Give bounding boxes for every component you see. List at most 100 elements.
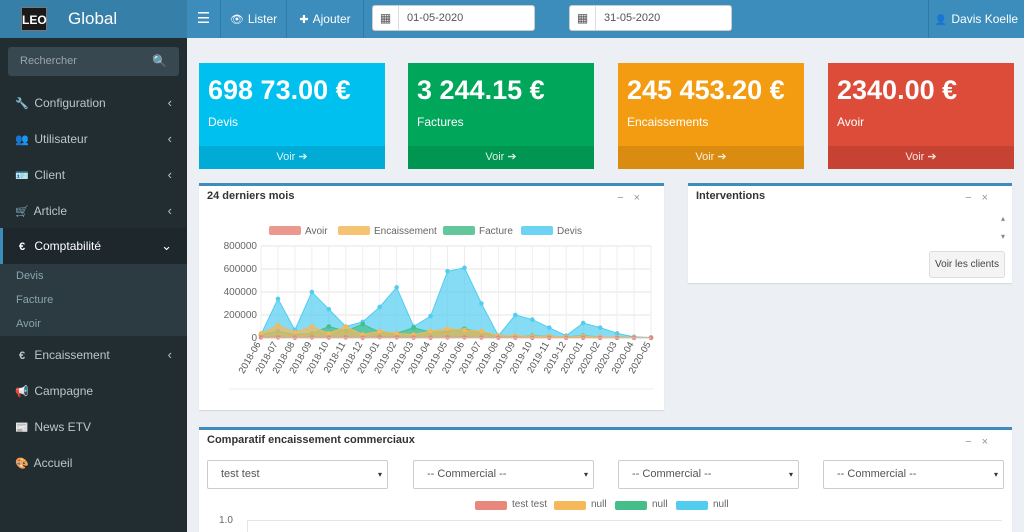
data-point bbox=[428, 328, 433, 334]
legend-swatch bbox=[443, 226, 475, 235]
data-point bbox=[377, 304, 382, 310]
sidebar-item-client[interactable]: 🪪 Client ‹ bbox=[0, 157, 187, 193]
tile-more-link[interactable]: Voir ➔ bbox=[618, 146, 804, 169]
caret-down-icon: ▾ bbox=[377, 470, 382, 479]
sidebar-item-comptabilite[interactable]: € Comptabilité ⌄ bbox=[0, 228, 187, 264]
legend-label: Avoir bbox=[305, 226, 328, 237]
search-placeholder: Rechercher bbox=[20, 55, 77, 67]
sidebar-item-label: Client bbox=[34, 168, 66, 182]
minimize-icon[interactable]: − bbox=[965, 192, 981, 204]
date-from-field[interactable]: ▦ 01-05-2020 bbox=[372, 5, 535, 31]
series-area bbox=[260, 267, 652, 339]
y-tick-label: 600000 bbox=[224, 264, 258, 275]
data-point bbox=[309, 335, 315, 340]
comparatif-box: Comparatif encaissement commerciaux −× t… bbox=[199, 427, 1012, 532]
data-point bbox=[394, 285, 399, 290]
search-icon[interactable]: 🔍 bbox=[152, 47, 167, 76]
cart-icon: 🛒 bbox=[15, 206, 29, 218]
sidebar-item-label: Utilisateur bbox=[34, 132, 88, 146]
data-point bbox=[275, 335, 281, 340]
data-point bbox=[597, 325, 603, 330]
bullhorn-icon: 📢 bbox=[15, 386, 29, 398]
sidebar-item-label: Comptabilité bbox=[34, 239, 102, 253]
close-icon[interactable]: × bbox=[982, 192, 998, 204]
sidebar-item-label: Accueil bbox=[33, 456, 73, 470]
tile-avoir: 2340.00 € Avoir Voir ➔ bbox=[828, 63, 1014, 169]
legend-label: Devis bbox=[557, 226, 582, 237]
data-point bbox=[513, 312, 518, 318]
submenu-item-facture[interactable]: Facture bbox=[16, 288, 53, 312]
data-point bbox=[326, 324, 332, 329]
sidebar-item-configuration[interactable]: 🔧 Configuration ‹ bbox=[0, 85, 187, 121]
sidebar-item-accueil[interactable]: 🎨 Accueil bbox=[0, 445, 187, 481]
add-button[interactable]: ✚ Ajouter bbox=[287, 0, 364, 38]
commercial-select-3[interactable]: -- Commercial -- ▾ bbox=[618, 460, 799, 489]
more-link-label: Voir bbox=[276, 151, 296, 163]
interventions-title: Interventions bbox=[696, 190, 766, 202]
menu-icon: ☰ bbox=[196, 10, 211, 27]
app-title: Global bbox=[68, 9, 118, 28]
sidebar-item-article[interactable]: 🛒 Article ‹ bbox=[0, 193, 187, 229]
commercial-select-4[interactable]: -- Commercial -- ▾ bbox=[823, 460, 1004, 489]
legend-label: Facture bbox=[479, 226, 513, 237]
sidebar-toggle-button[interactable]: ☰ bbox=[187, 0, 221, 38]
chart-box: 24 derniers mois −× Avoir Encaissement Fac… bbox=[199, 183, 664, 410]
sidebar-item-news-etv[interactable]: 📰 News ETV bbox=[0, 409, 187, 445]
data-point bbox=[343, 335, 349, 340]
tile-value: 245 453.20 € bbox=[627, 75, 785, 105]
arrow-circle-right-icon: ➔ bbox=[298, 151, 308, 163]
add-label: Ajouter bbox=[312, 12, 351, 26]
data-point bbox=[445, 269, 450, 274]
scroll-down-icon[interactable]: ▾ bbox=[1001, 232, 1005, 241]
legend-swatch bbox=[615, 501, 647, 510]
voir-clients-button[interactable]: Voir les clients bbox=[929, 251, 1005, 278]
sidebar-item-campagne[interactable]: 📢 Campagne bbox=[0, 373, 187, 409]
data-point bbox=[462, 265, 467, 271]
tile-more-link[interactable]: Voir ➔ bbox=[828, 146, 1014, 169]
select-value: -- Commercial -- bbox=[427, 468, 507, 480]
euro-icon: € bbox=[18, 241, 26, 253]
app-logo[interactable]: LEO Global bbox=[0, 0, 187, 38]
legend-item: test test bbox=[512, 499, 548, 510]
data-point bbox=[343, 324, 349, 329]
chevron-left-icon: ‹ bbox=[167, 95, 172, 110]
close-icon[interactable]: × bbox=[982, 436, 998, 448]
data-point bbox=[309, 289, 315, 295]
legend-swatch bbox=[475, 501, 507, 510]
y-tick-label: 400000 bbox=[224, 287, 258, 298]
tile-more-link[interactable]: Voir ➔ bbox=[408, 146, 594, 169]
newspaper-icon: 📰 bbox=[15, 422, 29, 434]
sidebar-item-label: News ETV bbox=[34, 420, 92, 434]
sidebar-item-utilisateur[interactable]: 👥 Utilisateur ‹ bbox=[0, 121, 187, 157]
submenu-item-devis[interactable]: Devis bbox=[16, 264, 44, 288]
chevron-left-icon: ‹ bbox=[167, 347, 172, 362]
sidebar-item-encaissement[interactable]: € Encaissement ‹ bbox=[0, 337, 187, 373]
select-value: -- Commercial -- bbox=[632, 468, 712, 480]
data-point bbox=[309, 324, 315, 329]
user-name: Davis Koelle bbox=[951, 12, 1019, 26]
sidebar-item-label: Configuration bbox=[34, 96, 106, 110]
commercial-select-1[interactable]: test test ▾ bbox=[207, 460, 388, 489]
tile-more-link[interactable]: Voir ➔ bbox=[199, 146, 385, 169]
user-menu[interactable]: 👤 Davis Koelle bbox=[928, 0, 1024, 38]
chevron-down-icon: ⌄ bbox=[161, 238, 172, 253]
legend-label: Encaissement bbox=[374, 226, 437, 237]
date-from-value: 01-05-2020 bbox=[407, 12, 464, 24]
data-point bbox=[377, 334, 382, 340]
palette-icon: 🎨 bbox=[15, 458, 29, 470]
list-button[interactable]: 👁 Lister bbox=[221, 0, 287, 38]
data-point bbox=[462, 335, 467, 340]
legend-item: null bbox=[713, 499, 729, 510]
date-to-field[interactable]: ▦ 31-05-2020 bbox=[569, 5, 732, 31]
chevron-left-icon: ‹ bbox=[167, 131, 172, 146]
commercial-select-2[interactable]: -- Commercial -- ▾ bbox=[413, 460, 594, 489]
tile-label: Devis bbox=[208, 115, 239, 129]
search-input[interactable]: Rechercher 🔍 bbox=[8, 47, 179, 76]
tile-label: Avoir bbox=[837, 115, 865, 129]
caret-down-icon: ▾ bbox=[583, 470, 588, 479]
data-point bbox=[479, 328, 484, 334]
submenu-item-avoir[interactable]: Avoir bbox=[16, 312, 41, 336]
caret-down-icon: ▾ bbox=[788, 470, 793, 479]
scroll-up-icon[interactable]: ▴ bbox=[1001, 214, 1005, 223]
minimize-icon[interactable]: − bbox=[965, 436, 981, 448]
